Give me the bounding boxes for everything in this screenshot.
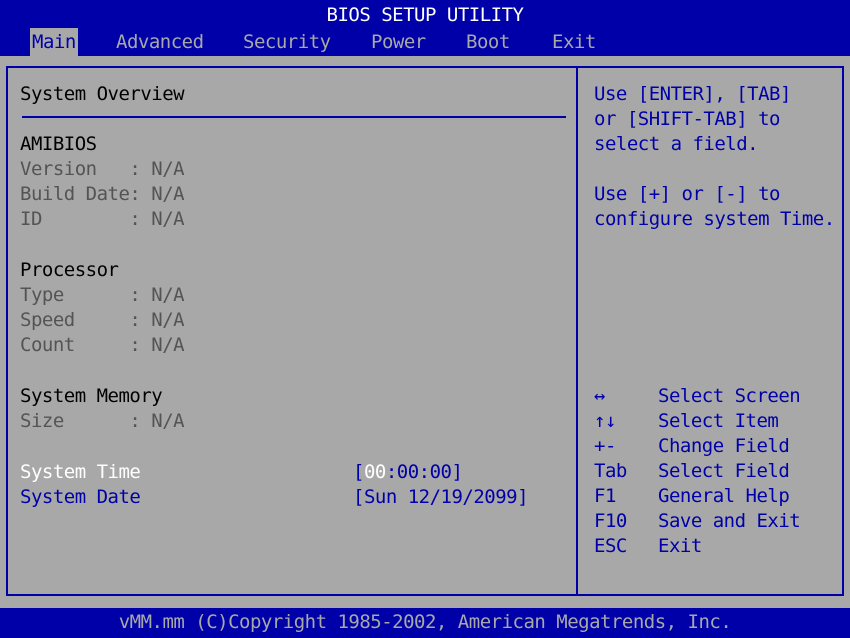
title-bar: BIOS SETUP UTILITY [326,4,524,26]
system-time-label[interactable]: System Time [20,460,141,485]
key-tab: Tab [594,460,627,482]
key-f10: F10 [594,510,627,532]
menu-advanced[interactable]: Advanced [116,28,204,56]
help-panel: Use [ENTER], [TAB] or [SHIFT-TAB] to sel… [576,66,844,596]
copyright-footer: vMM.mm (C)Copyright 1985-2002, American … [118,611,732,633]
help-line-3: select a field. [594,133,759,155]
memory-size: Size : N/A [20,410,185,432]
key-select-screen-icon: ↔ [594,385,605,407]
menu-bar: Main Advanced Security Power Boot Exit [0,28,850,56]
key-esc: ESC [594,535,627,557]
key-select-item-action: Select Item [658,410,779,432]
system-time-rest[interactable]: :00:00] [386,461,463,483]
system-time-hours[interactable]: 00 [364,461,386,483]
help-line-5: configure system Time. [594,208,835,230]
processor-speed: Speed : N/A [20,309,185,331]
processor-count: Count : N/A [20,334,185,356]
key-esc-action: Exit [658,535,702,557]
overview-divider [22,116,566,118]
system-overview-heading: System Overview [20,83,185,105]
key-f10-action: Save and Exit [658,510,801,532]
menu-security[interactable]: Security [243,28,331,56]
key-f1-action: General Help [658,485,790,507]
key-f1: F1 [594,485,616,507]
menu-boot[interactable]: Boot [466,28,510,56]
system-time-field[interactable]: [00:00:00] [353,460,463,485]
main-frame: System Overview AMIBIOS Version : N/A Bu… [0,56,850,608]
help-line-1: Use [ENTER], [TAB] [594,83,791,105]
menu-main[interactable]: Main [30,28,78,56]
bios-screen: BIOS SETUP UTILITY Main Advanced Securit… [0,0,850,638]
amibios-build-date: Build Date: N/A [20,183,185,205]
key-change-field: +- [594,435,616,457]
key-tab-action: Select Field [658,460,790,482]
help-line-2: or [SHIFT-TAB] to [594,108,780,130]
amibios-version: Version : N/A [20,158,185,180]
processor-type: Type : N/A [20,284,185,306]
key-select-item-icon: ↑↓ [594,410,616,432]
menu-power[interactable]: Power [371,28,426,56]
amibios-heading: AMIBIOS [20,133,97,155]
system-memory-heading: System Memory [20,385,163,407]
system-date-label[interactable]: System Date [20,485,141,510]
help-line-4: Use [+] or [-] to [594,183,780,205]
menu-exit[interactable]: Exit [552,28,596,56]
system-date-field[interactable]: [Sun 12/19/2099] [353,485,529,510]
settings-panel: System Overview AMIBIOS Version : N/A Bu… [6,66,576,596]
processor-heading: Processor [20,259,119,281]
key-change-field-action: Change Field [658,435,790,457]
key-select-screen-action: Select Screen [658,385,801,407]
system-time-bracket: [ [353,461,364,483]
amibios-id: ID : N/A [20,208,185,230]
